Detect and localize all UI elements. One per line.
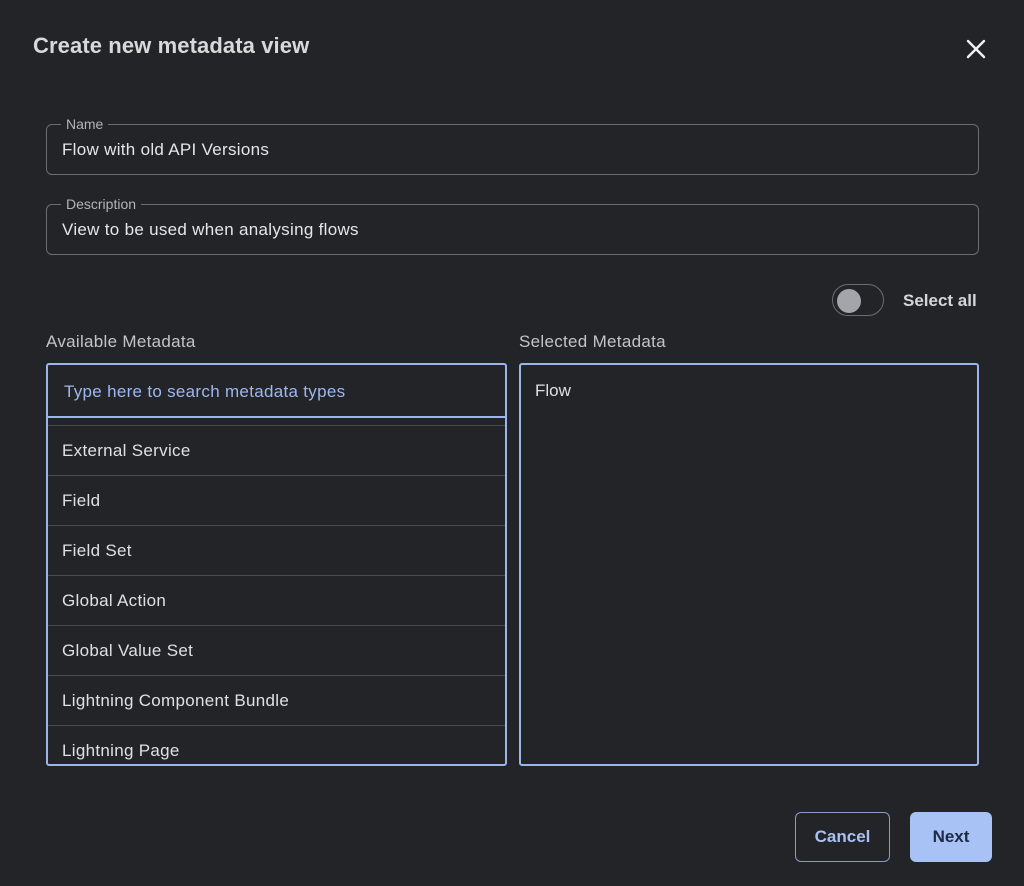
selected-item-flow[interactable]: Flow: [535, 381, 571, 401]
selected-metadata-label: Selected Metadata: [519, 332, 666, 351]
description-field-label: Description: [61, 196, 142, 212]
cancel-button[interactable]: Cancel: [795, 812, 890, 862]
list-item[interactable]: Lightning Component Bundle: [48, 676, 505, 726]
toggle-knob: [837, 289, 861, 313]
list-item-label: Field Set: [62, 541, 132, 560]
available-metadata-panel: Type here to search metadata types Exter…: [46, 363, 507, 766]
list-item-label: Global Value Set: [62, 641, 194, 660]
select-all-toggle[interactable]: [832, 284, 884, 316]
name-field-value[interactable]: Flow with old API Versions: [62, 140, 269, 160]
description-field[interactable]: Description View to be used when analysi…: [46, 196, 979, 255]
list-item-label: Field: [62, 491, 101, 510]
create-metadata-view-dialog: Create new metadata view Name Flow with …: [0, 0, 1024, 886]
dialog-title: Create new metadata view: [33, 33, 310, 58]
list-item[interactable]: Field Set: [48, 526, 505, 576]
list-item[interactable]: Field: [48, 476, 505, 526]
close-button[interactable]: [960, 33, 992, 65]
list-item[interactable]: Global Action: [48, 576, 505, 626]
metadata-search-input[interactable]: Type here to search metadata types: [48, 365, 505, 418]
search-placeholder: Type here to search metadata types: [64, 382, 346, 401]
list-item[interactable]: Global Value Set: [48, 626, 505, 676]
selected-metadata-panel: Flow: [519, 363, 979, 766]
list-item-label: External Service: [62, 441, 191, 460]
name-field[interactable]: Name Flow with old API Versions: [46, 116, 979, 175]
close-icon: [966, 39, 986, 59]
list-item-label: Lightning Page: [62, 741, 180, 760]
available-metadata-list: External Service Field Field Set Global …: [48, 425, 505, 764]
list-item[interactable]: External Service: [48, 426, 505, 476]
description-field-value[interactable]: View to be used when analysing flows: [62, 220, 359, 240]
select-all-label: Select all: [903, 291, 977, 310]
list-item-label: Lightning Component Bundle: [62, 691, 290, 710]
list-item-label: Global Action: [62, 591, 167, 610]
name-field-label: Name: [61, 116, 109, 132]
next-button[interactable]: Next: [910, 812, 992, 862]
available-metadata-label: Available Metadata: [46, 332, 196, 351]
list-item[interactable]: Lightning Page: [48, 726, 505, 764]
